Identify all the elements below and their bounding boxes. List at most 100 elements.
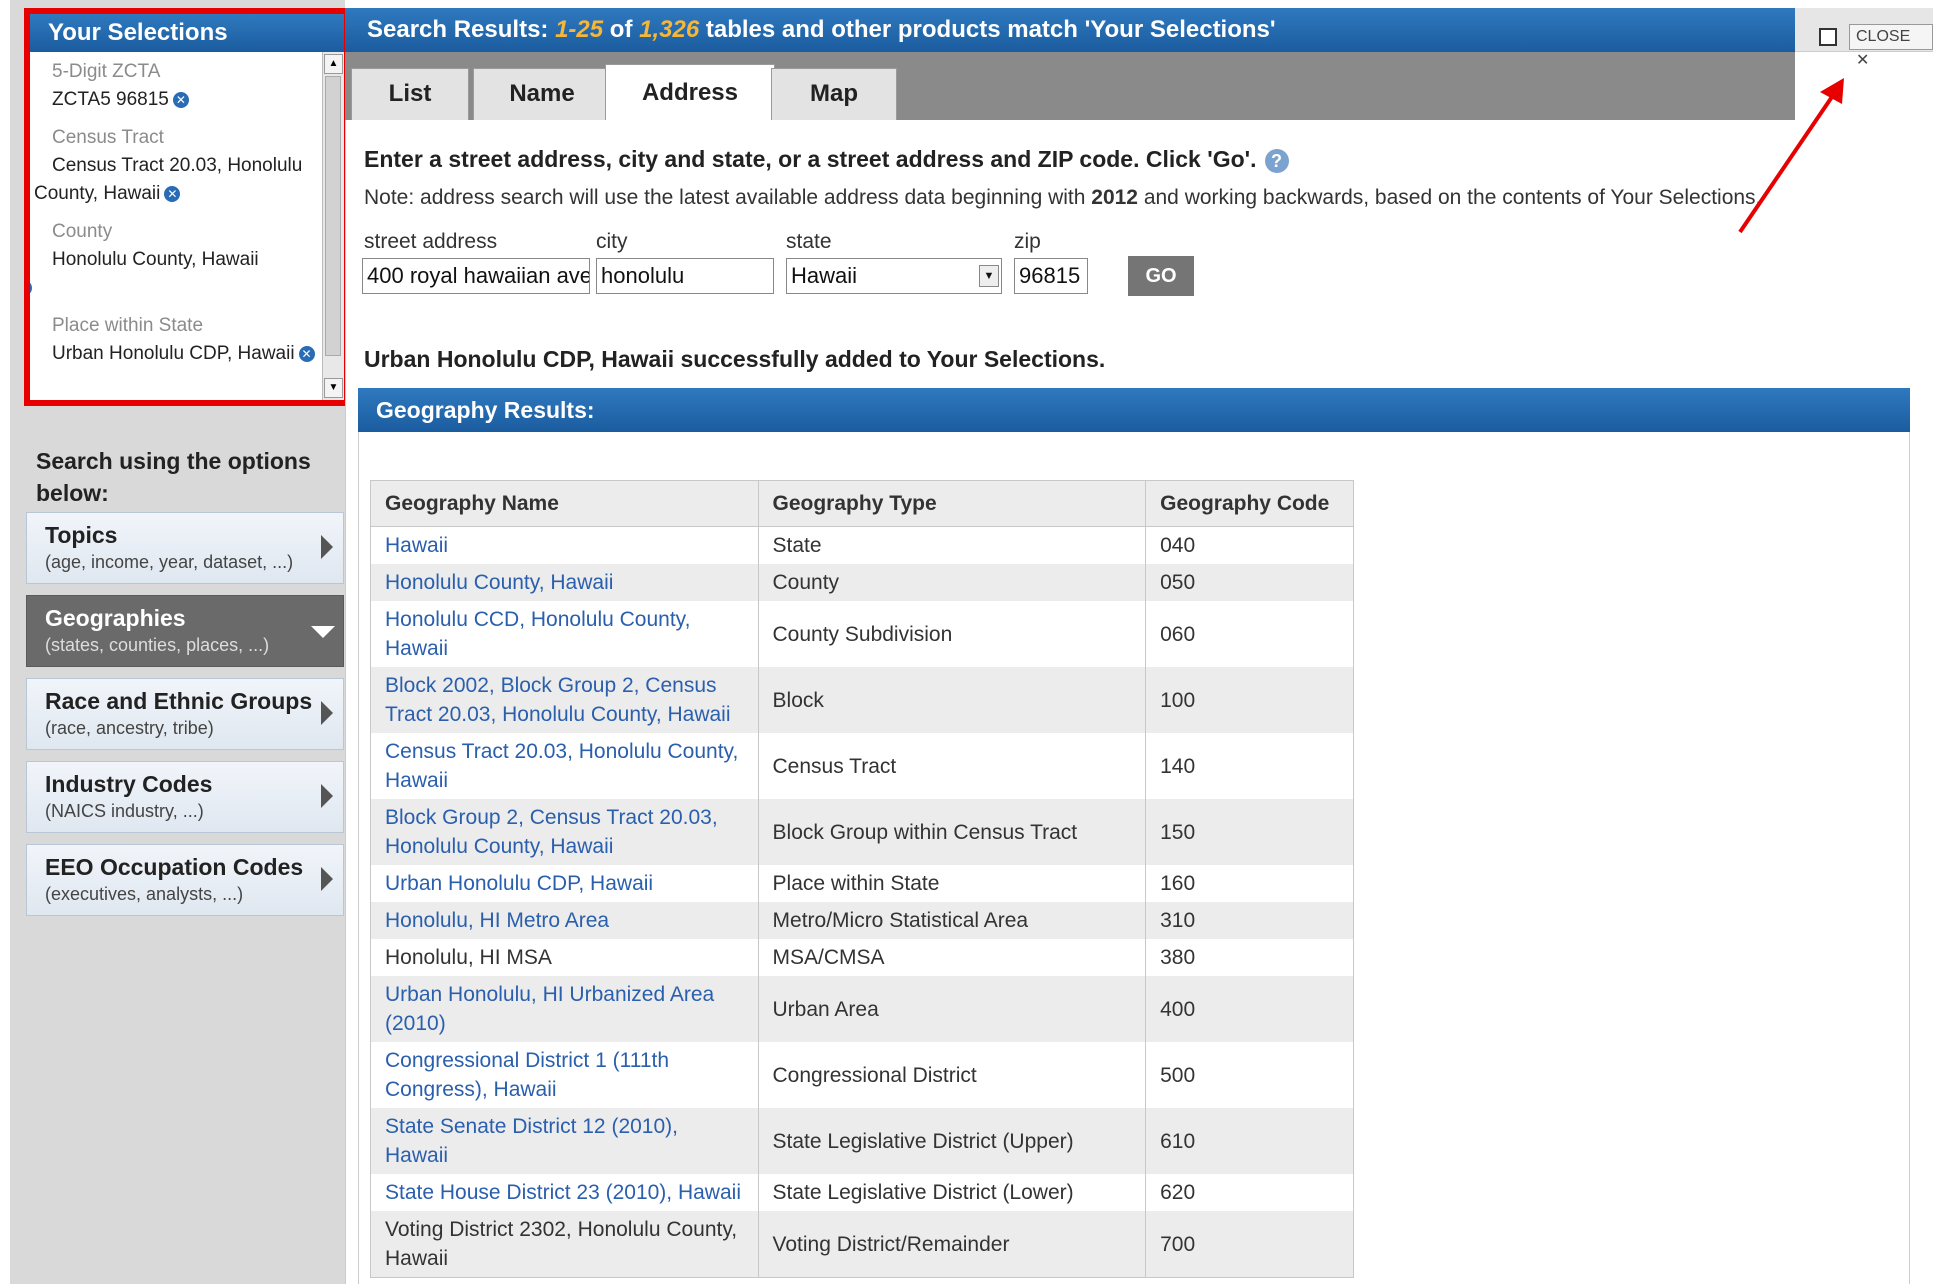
table-row: Honolulu, HI Metro Area Metro/Micro Stat…	[370, 902, 1354, 939]
geography-name-link[interactable]: Congressional District 1 (111th Congress…	[370, 1042, 759, 1108]
selection-value: Honolulu County, Hawaii✕	[30, 246, 322, 302]
results-suffix: tables and other products match 'Your Se…	[705, 16, 1276, 43]
option-race-ethnic-groups[interactable]: Race and Ethnic Groups (race, ancestry, …	[26, 678, 344, 750]
geography-name-link[interactable]: State House District 23 (2010), Hawaii	[370, 1174, 759, 1211]
selection-value: Urban Honolulu CDP, Hawaii ✕	[30, 340, 322, 368]
street-address-input[interactable]: 400 royal hawaiian ave.	[362, 258, 590, 294]
option-geographies[interactable]: Geographies (states, counties, places, .…	[26, 595, 344, 667]
table-row: State Senate District 12 (2010), Hawaii …	[370, 1108, 1354, 1174]
your-selections-panel: Your Selections 5-Digit ZCTA ZCTA5 96815…	[24, 8, 350, 406]
column-header[interactable]: Geography Code	[1145, 480, 1354, 527]
column-header[interactable]: Geography Type	[757, 480, 1147, 527]
chevron-down-icon	[311, 626, 335, 638]
geography-name-link[interactable]: Honolulu CCD, Honolulu County, Hawaii	[370, 601, 759, 667]
close-button[interactable]: CLOSE ✕	[1849, 24, 1933, 69]
geography-name-link[interactable]: Hawaii	[370, 526, 759, 564]
selection-type: Census Tract	[52, 127, 164, 148]
tab-list[interactable]: List	[351, 68, 469, 120]
selection-value: Census Tract 20.03, Honolulu County, Haw…	[34, 155, 303, 204]
selection-item: Census Tract Census Tract 20.03, Honolul…	[30, 124, 322, 208]
geography-name-link[interactable]: Block 2002, Block Group 2, Census Tract …	[370, 667, 759, 733]
geography-code: 150	[1145, 799, 1354, 865]
window-icon[interactable]	[1819, 28, 1837, 46]
geography-code: 620	[1145, 1174, 1354, 1211]
geography-name-link[interactable]: Honolulu County, Hawaii	[370, 564, 759, 601]
option-title: Topics	[45, 522, 118, 548]
table-row: Hawaii State 040	[370, 526, 1354, 564]
remove-icon[interactable]: ✕	[172, 91, 189, 108]
search-options-heading: Search using the options below:	[36, 448, 311, 506]
selections-scrollbar[interactable]: ▲ ▼	[322, 52, 344, 400]
geography-name-link[interactable]: Urban Honolulu CDP, Hawaii	[370, 865, 759, 902]
tab-map[interactable]: Map	[771, 68, 897, 120]
geography-type: County Subdivision	[757, 601, 1147, 667]
table-row: Honolulu CCD, Honolulu County, Hawaii Co…	[370, 601, 1354, 667]
geography-code: 500	[1145, 1042, 1354, 1108]
table-header-row: Geography Name Geography Type Geography …	[370, 480, 1354, 527]
scroll-up-icon[interactable]: ▲	[324, 54, 343, 74]
geography-code: 310	[1145, 902, 1354, 939]
option-eeo-occupation-codes[interactable]: EEO Occupation Codes (executives, analys…	[26, 844, 344, 916]
option-topics[interactable]: Topics (age, income, year, dataset, ...)	[26, 512, 344, 584]
address-instruction: Enter a street address, city and state, …	[364, 146, 1289, 173]
geography-results-table: Geography Name Geography Type Geography …	[370, 480, 1354, 1278]
column-header[interactable]: Geography Name	[370, 480, 759, 527]
table-row: Urban Honolulu, HI Urbanized Area (2010)…	[370, 976, 1354, 1042]
geography-name-link[interactable]: Urban Honolulu, HI Urbanized Area (2010)	[370, 976, 759, 1042]
your-selections-title: Your Selections	[30, 14, 344, 52]
selection-type: Place within State	[52, 315, 204, 336]
option-industry-codes[interactable]: Industry Codes (NAICS industry, ...)	[26, 761, 344, 833]
geography-name-link[interactable]: Block Group 2, Census Tract 20.03, Honol…	[370, 799, 759, 865]
geography-code: 040	[1145, 526, 1354, 564]
table-row: Honolulu County, Hawaii County 050	[370, 564, 1354, 601]
search-results-header: Search Results: 1-25 of 1,326 tables and…	[345, 8, 1795, 52]
geography-name: Voting District 2302, Honolulu County, H…	[370, 1211, 759, 1278]
city-input[interactable]: honolulu	[596, 258, 774, 294]
results-of: of	[609, 16, 633, 43]
selection-item: Place within State Urban Honolulu CDP, H…	[30, 312, 322, 368]
remove-icon[interactable]: ✕	[164, 185, 181, 202]
remove-icon[interactable]: ✕	[30, 279, 32, 296]
go-button[interactable]: GO	[1128, 256, 1194, 296]
geography-name-link[interactable]: Census Tract 20.03, Honolulu County, Haw…	[370, 733, 759, 799]
selection-item: County Honolulu County, Hawaii✕	[30, 218, 322, 302]
state-label: state	[786, 230, 832, 253]
chevron-down-icon[interactable]: ▼	[979, 265, 999, 287]
tab-address[interactable]: Address	[605, 64, 775, 120]
geography-code: 140	[1145, 733, 1354, 799]
tab-bar: List Name Address Map	[345, 52, 1795, 120]
zip-label: zip	[1014, 230, 1041, 253]
scroll-down-icon[interactable]: ▼	[324, 378, 343, 398]
geography-code: 380	[1145, 939, 1354, 976]
geography-type: Block	[757, 667, 1147, 733]
geography-code: 050	[1145, 564, 1354, 601]
success-message: Urban Honolulu CDP, Hawaii successfully …	[364, 346, 1106, 372]
geography-name-link[interactable]: State Senate District 12 (2010), Hawaii	[370, 1108, 759, 1174]
close-area: CLOSE ✕	[1795, 8, 1933, 69]
selection-type: County	[52, 221, 113, 242]
table-row: Block Group 2, Census Tract 20.03, Honol…	[370, 799, 1354, 865]
option-subtitle: (race, ancestry, tribe)	[45, 718, 214, 738]
scroll-thumb[interactable]	[325, 76, 341, 356]
table-row: Census Tract 20.03, Honolulu County, Haw…	[370, 733, 1354, 799]
table-row: Block 2002, Block Group 2, Census Tract …	[370, 667, 1354, 733]
option-subtitle: (NAICS industry, ...)	[45, 801, 204, 821]
state-select[interactable]: Hawaii ▼	[786, 258, 1002, 294]
chevron-right-icon	[321, 784, 333, 808]
street-label: street address	[364, 230, 498, 253]
help-icon[interactable]: ?	[1264, 148, 1289, 173]
annotation-arrow-icon	[1738, 78, 1844, 234]
table-row: Honolulu, HI MSA MSA/CMSA 380	[370, 939, 1354, 976]
city-label: city	[596, 230, 628, 253]
geography-code: 160	[1145, 865, 1354, 902]
geography-name-link[interactable]: Honolulu, HI Metro Area	[370, 902, 759, 939]
geography-type: Voting District/Remainder	[757, 1211, 1147, 1278]
results-range: 1-25	[555, 16, 604, 43]
option-subtitle: (age, income, year, dataset, ...)	[45, 552, 294, 572]
remove-icon[interactable]: ✕	[298, 345, 315, 362]
results-prefix: Search Results:	[367, 16, 549, 43]
tab-name[interactable]: Name	[473, 68, 611, 120]
zip-input[interactable]: 96815	[1014, 258, 1088, 294]
geography-type: State Legislative District (Upper)	[757, 1108, 1147, 1174]
geography-code: 100	[1145, 667, 1354, 733]
